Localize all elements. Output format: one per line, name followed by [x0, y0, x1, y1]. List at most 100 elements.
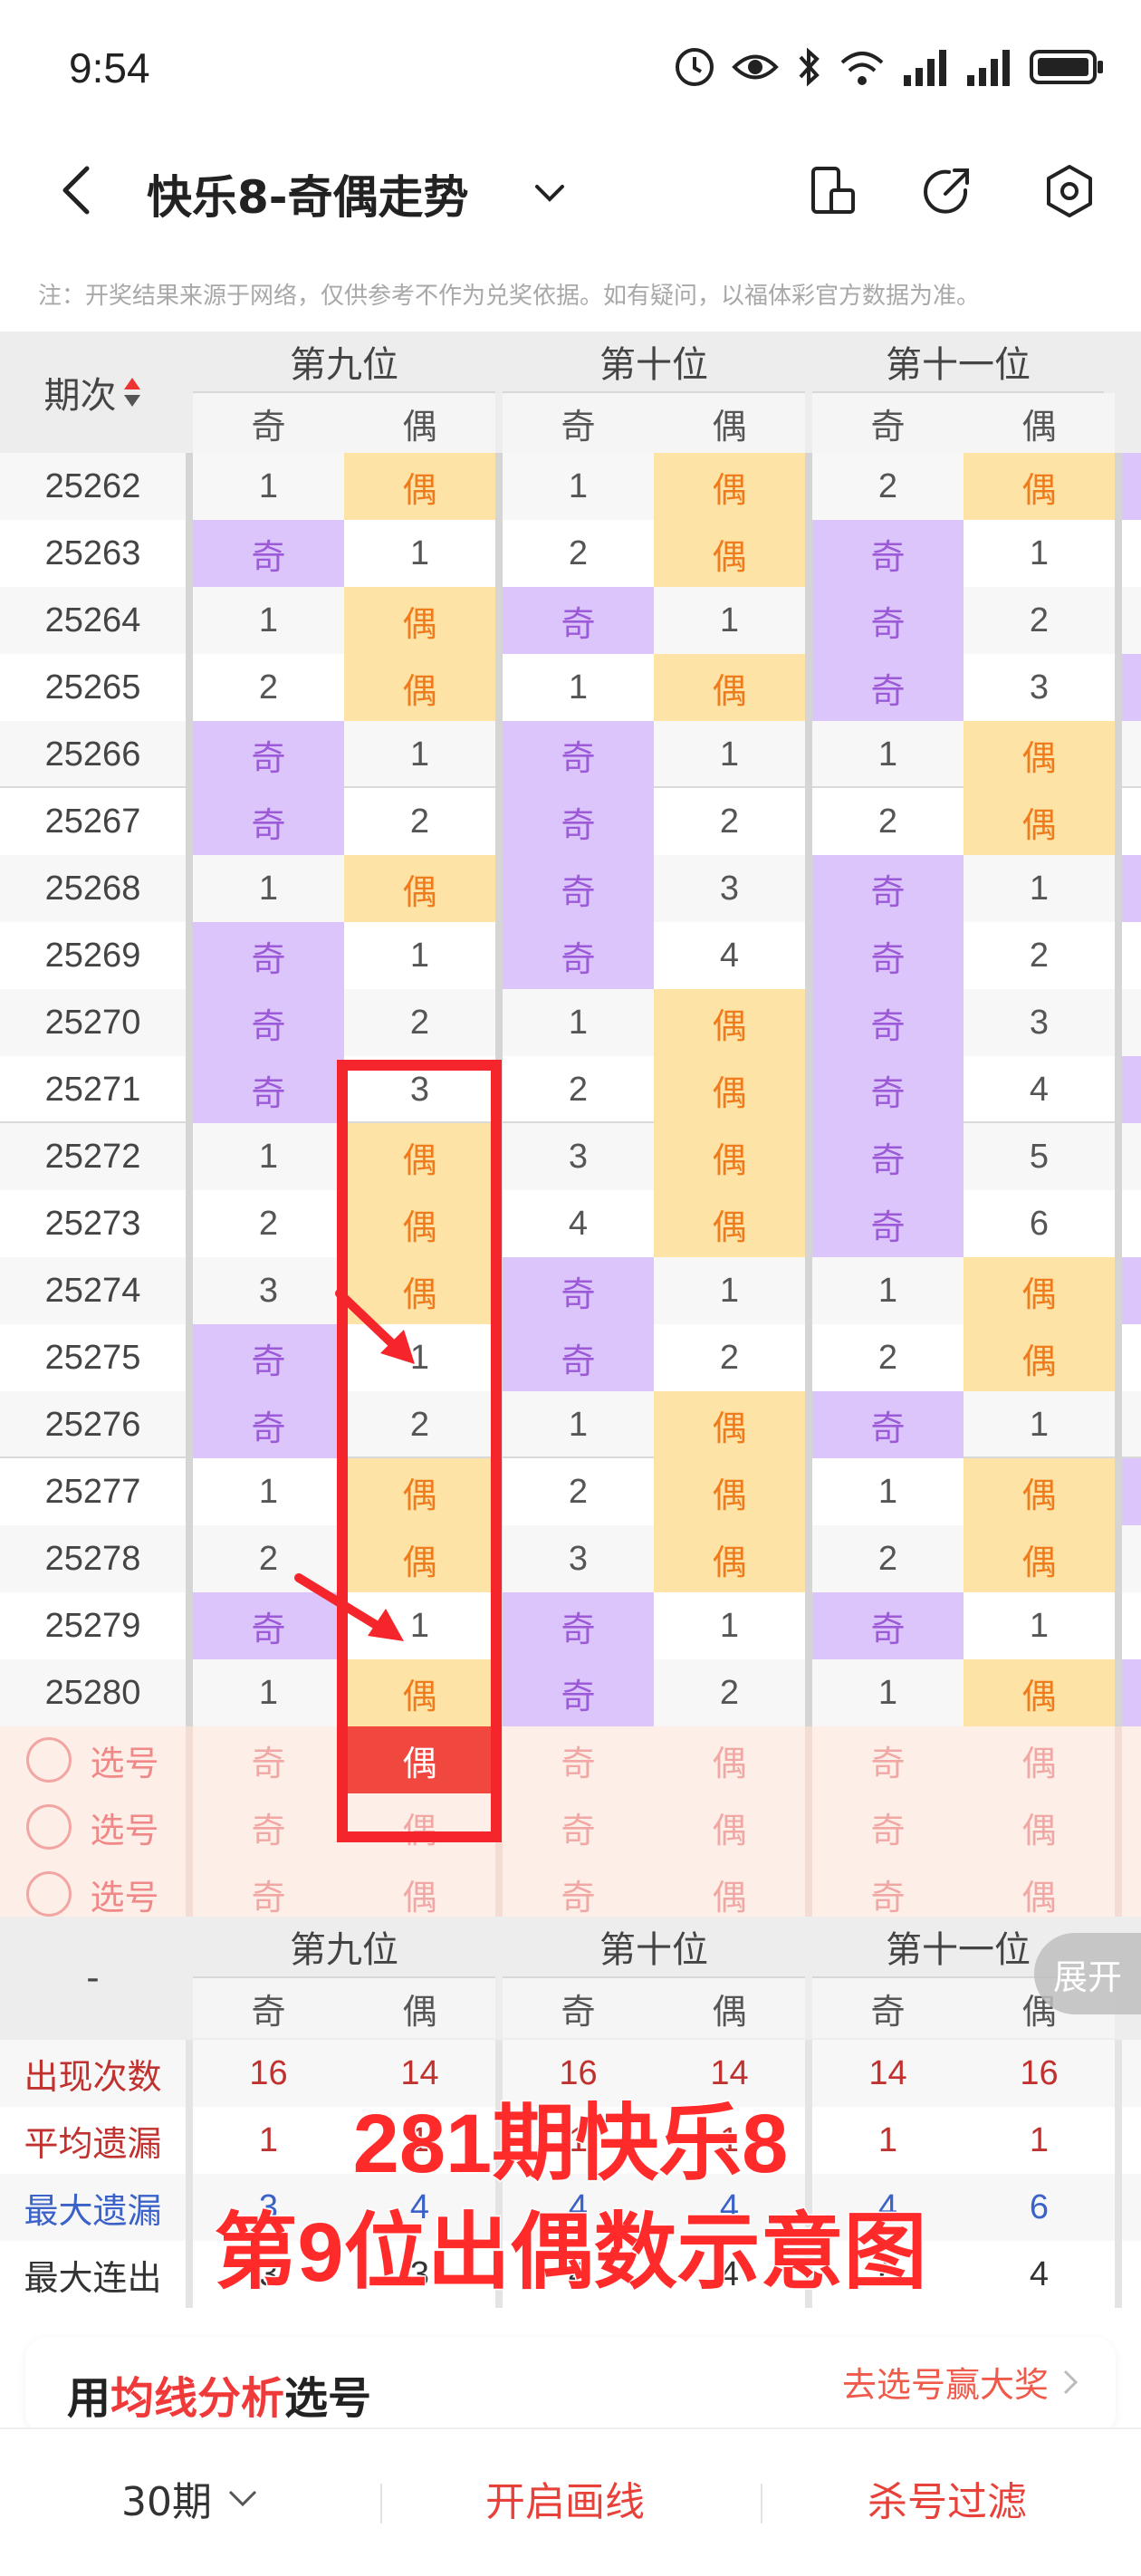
omission-cell: 2 — [877, 1338, 898, 1377]
select-row: 选号奇偶奇偶奇偶 — [0, 1726, 1141, 1793]
omission-cell: 2 — [877, 802, 898, 841]
stats-header: - 第九位 第十位 第十一位 奇 偶 奇 偶 奇 偶 — [0, 1917, 1141, 2040]
back-icon[interactable] — [51, 163, 105, 217]
even-cell: 偶 — [654, 654, 805, 721]
pick-cell[interactable]: 偶 — [654, 1793, 805, 1860]
odd-cell: 奇 — [812, 855, 964, 922]
omission-cell: 1 — [258, 1472, 279, 1511]
status-time: 9:54 — [69, 44, 150, 91]
pick-cell[interactable]: 奇 — [193, 1726, 344, 1793]
pick-cell[interactable]: 偶 — [964, 1793, 1115, 1860]
odd-cell: 奇 — [503, 1659, 654, 1726]
promo-text-post: 选号 — [284, 2373, 372, 2424]
pick-cell[interactable]: 奇 — [812, 1793, 964, 1860]
table-row: 25275 奇 1 奇 2 2 偶 — [0, 1324, 1141, 1391]
promo-card[interactable]: 用均线分析选号 去选号赢大奖 — [25, 2337, 1116, 2435]
omission-cell: 1 — [409, 735, 430, 774]
disclaimer-notice: 注：开奖结果来源于网络，仅供参考不作为兑奖依据。如有疑问，以福体彩官方数据为准。 — [38, 283, 981, 310]
omission-cell: 1 — [258, 1673, 279, 1712]
promo-link-label: 去选号赢大奖 — [841, 2365, 1049, 2405]
select-label-cell[interactable]: 选号 — [0, 1793, 186, 1860]
column-divider — [495, 453, 503, 520]
pick-cell-selected[interactable]: 偶 — [344, 1726, 495, 1793]
radio-circle-icon[interactable] — [26, 1804, 72, 1850]
pick-cell[interactable]: 奇 — [503, 1793, 654, 1860]
odd-cell: 奇 — [812, 587, 964, 654]
sort-icon[interactable] — [122, 374, 142, 410]
column-divider — [186, 1257, 193, 1324]
issue-header[interactable]: 期次 — [0, 332, 186, 453]
chevron-down-icon — [228, 2490, 257, 2507]
omission-cell: 2 — [1029, 601, 1050, 639]
settings-icon[interactable] — [1041, 163, 1098, 219]
column-divider — [1115, 1056, 1122, 1123]
period-selector[interactable]: 30期 — [121, 2469, 261, 2527]
radio-circle-icon[interactable] — [26, 1737, 72, 1783]
column-divider — [1115, 1525, 1122, 1592]
sub-header: 奇 — [503, 393, 654, 453]
omission-cell: 1 — [1029, 869, 1050, 908]
page-title[interactable]: 快乐8-奇偶走势 — [147, 161, 469, 226]
even-cell: 偶 — [964, 1324, 1115, 1391]
omission-cell: 1 — [877, 735, 898, 774]
column-divider — [805, 922, 812, 989]
filter-button[interactable]: 杀号过滤 — [868, 2469, 1027, 2527]
sub-header: 偶 — [344, 393, 495, 453]
even-cell: 偶 — [344, 855, 495, 922]
even-cell: 偶 — [344, 1190, 495, 1257]
select-label-cell[interactable]: 选号 — [0, 1726, 186, 1793]
odd-cell: 奇 — [503, 788, 654, 855]
overflow-cell — [1122, 587, 1141, 654]
issue-number: 25272 — [44, 1137, 141, 1176]
select-label-text: 选号 — [90, 1745, 159, 1783]
period-selector-label: 30期 — [121, 2479, 212, 2525]
table-row: 25273 2 偶 4 偶奇 6 — [0, 1190, 1141, 1257]
overflow-cell — [1122, 1659, 1141, 1726]
odd-cell: 奇 — [812, 1056, 964, 1123]
column-divider — [1115, 1257, 1122, 1324]
promo-text-pre: 用 — [67, 2373, 111, 2424]
draw-lines-button[interactable]: 开启画线 — [485, 2469, 645, 2527]
overflow-cell — [1122, 1525, 1141, 1592]
share-icon[interactable] — [920, 163, 976, 219]
landscape-toggle-icon[interactable] — [804, 163, 860, 219]
column-divider — [805, 587, 812, 654]
pick-cell[interactable]: 偶 — [654, 1726, 805, 1793]
overflow-cell — [1122, 1391, 1141, 1458]
column-divider — [805, 1793, 812, 1860]
pick-cell[interactable]: 奇 — [503, 1726, 654, 1793]
overflow-cell — [1122, 1257, 1141, 1324]
stats-sub-header: 奇 — [812, 1978, 964, 2038]
promo-text-highlight: 均线分析 — [110, 2373, 285, 2424]
odd-cell: 奇 — [812, 1592, 964, 1659]
omission-cell: 3 — [1029, 668, 1050, 706]
odd-cell: 奇 — [193, 922, 344, 989]
even-cell: 偶 — [654, 1458, 805, 1525]
column-divider — [495, 1525, 503, 1592]
pick-cell[interactable]: 奇 — [812, 1726, 964, 1793]
even-cell: 偶 — [654, 1123, 805, 1190]
pick-cell[interactable]: 偶 — [344, 1793, 495, 1860]
column-divider — [1115, 1123, 1122, 1190]
pick-cell[interactable]: 奇 — [193, 1793, 344, 1860]
omission-cell: 3 — [1029, 1003, 1050, 1042]
column-divider — [1115, 654, 1122, 721]
odd-cell: 奇 — [503, 1592, 654, 1659]
omission-cell: 2 — [258, 668, 279, 706]
omission-cell: 2 — [719, 1673, 740, 1712]
column-divider — [495, 721, 503, 788]
expand-button[interactable]: 展开 — [1034, 1933, 1141, 2014]
issue-header-label: 期次 — [43, 375, 117, 417]
column-divider — [186, 1793, 193, 1860]
omission-cell: 2 — [877, 466, 898, 505]
column-divider — [805, 1726, 812, 1793]
chevron-down-icon[interactable] — [530, 172, 570, 212]
omission-cell: 1 — [409, 1606, 430, 1645]
pick-cell[interactable]: 偶 — [964, 1726, 1115, 1793]
omission-cell: 6 — [1029, 1204, 1050, 1243]
radio-circle-icon[interactable] — [26, 1871, 72, 1917]
column-divider — [495, 989, 503, 1056]
sub-header: 奇 — [193, 393, 344, 453]
omission-cell: 1 — [877, 1271, 898, 1310]
promo-link[interactable]: 去选号赢大奖 — [842, 2357, 1079, 2407]
